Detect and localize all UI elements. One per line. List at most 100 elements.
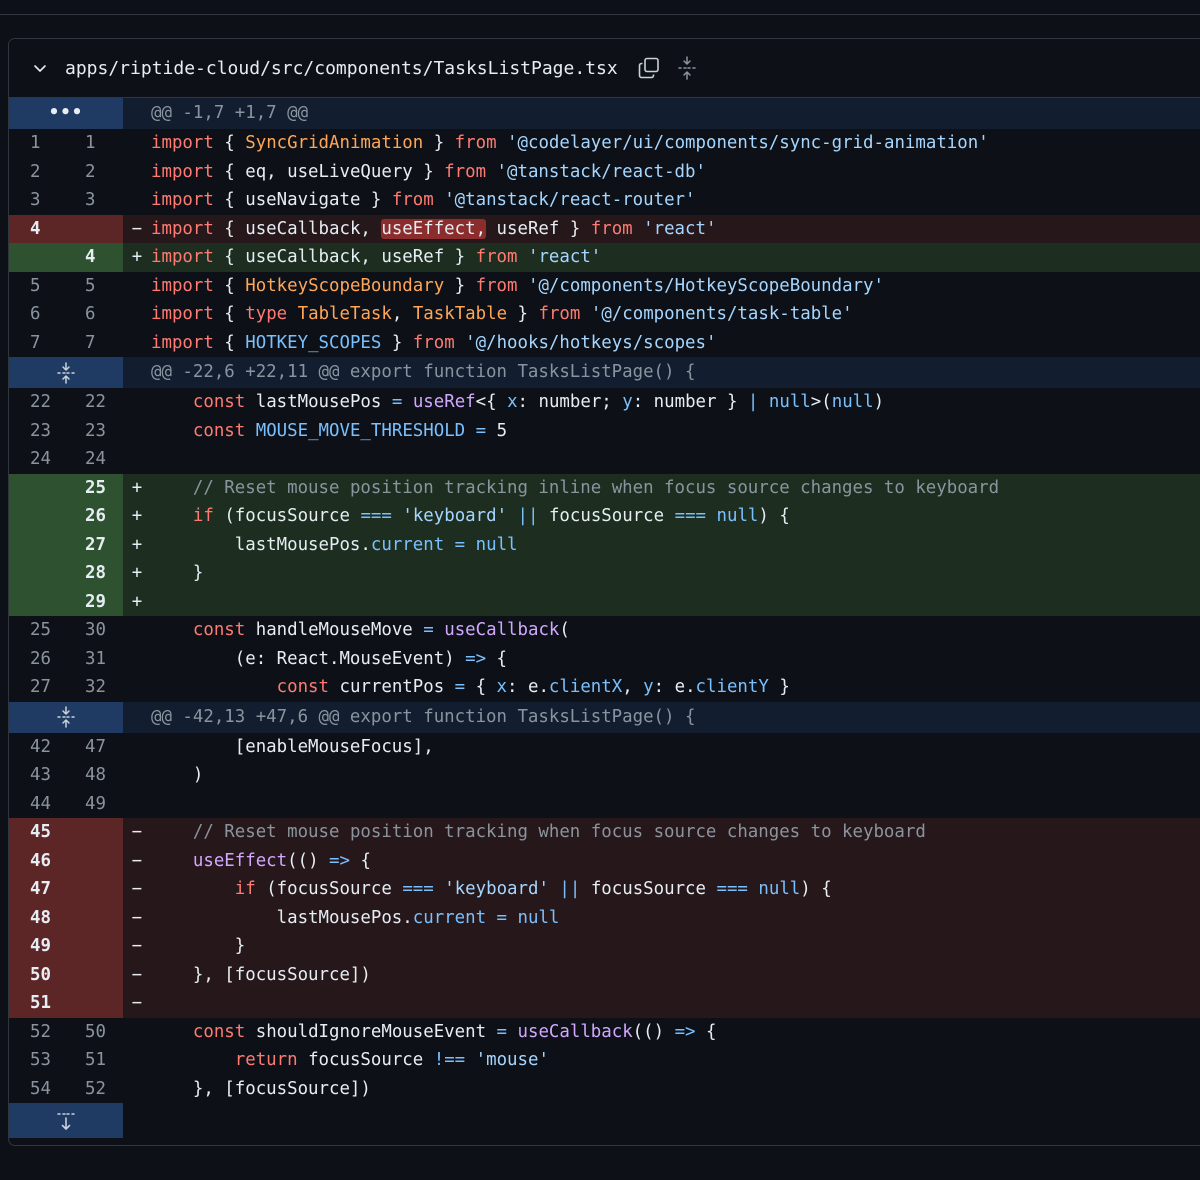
old-line-number[interactable]: 25 — [9, 616, 66, 645]
code-text: // Reset mouse position tracking inline … — [192, 477, 1000, 498]
old-line-number[interactable]: 3 — [9, 186, 66, 215]
diff-marker: + — [131, 506, 143, 526]
copy-icon[interactable] — [636, 55, 662, 81]
context-line: 53 51 return focusSource !== 'mouse' — [9, 1046, 1200, 1075]
old-line-number[interactable]: 49 — [9, 932, 66, 961]
new-line-number[interactable]: 28 — [66, 559, 123, 588]
diff-marker — [123, 445, 151, 474]
diff-marker — [123, 733, 151, 762]
diff-marker: + — [131, 563, 143, 583]
old-line-number[interactable]: 42 — [9, 733, 66, 762]
old-line-number[interactable]: 7 — [9, 329, 66, 358]
old-line-number[interactable] — [9, 587, 66, 616]
context-line: 6 6 import { type TableTask, TaskTable } f… — [9, 300, 1200, 329]
new-line-number[interactable]: 31 — [66, 645, 123, 674]
old-line-number[interactable]: 23 — [9, 417, 66, 446]
old-line-number[interactable]: 6 — [9, 300, 66, 329]
context-line: 5 5 import { HotkeyScopeBoundary } from '@… — [9, 272, 1200, 301]
new-line-number[interactable]: 30 — [66, 616, 123, 645]
new-line-number[interactable]: 1 — [66, 129, 123, 158]
old-line-number[interactable]: 47 — [9, 875, 66, 904]
old-line-number[interactable]: 5 — [9, 272, 66, 301]
old-line-number[interactable] — [9, 530, 66, 559]
old-line-number[interactable]: 51 — [9, 989, 66, 1018]
new-line-number[interactable]: 32 — [66, 673, 123, 702]
context-line: 22 22 const lastMousePos = useRef<{ x: nu… — [9, 388, 1200, 417]
diff-marker — [123, 186, 151, 215]
diff-marker — [123, 1018, 151, 1047]
chevron-down-icon[interactable] — [31, 59, 49, 77]
old-line-number[interactable]: 1 — [9, 129, 66, 158]
old-line-number[interactable]: 4 — [9, 214, 66, 243]
new-line-number[interactable] — [66, 960, 123, 989]
diff-marker — [123, 417, 151, 446]
diff-marker: − — [131, 218, 143, 239]
old-line-number[interactable]: 44 — [9, 790, 66, 819]
new-line-number[interactable] — [66, 818, 123, 847]
old-line-number[interactable] — [9, 502, 66, 531]
diff-marker — [123, 1075, 151, 1104]
new-line-number[interactable] — [66, 989, 123, 1018]
old-line-number[interactable]: 50 — [9, 960, 66, 989]
new-line-number[interactable]: 52 — [66, 1075, 123, 1104]
file-header: apps/riptide-cloud/src/components/TasksL… — [9, 39, 1200, 98]
code-text: const shouldIgnoreMouseEvent = useCallba… — [192, 1021, 717, 1042]
old-line-number[interactable]: 26 — [9, 645, 66, 674]
context-line: 54 52 }, [focusSource]) — [9, 1075, 1200, 1104]
new-line-number[interactable]: 4 — [66, 243, 123, 272]
old-line-number[interactable] — [9, 473, 66, 502]
old-line-number[interactable]: 2 — [9, 158, 66, 187]
old-line-number[interactable]: 43 — [9, 761, 66, 790]
new-line-number[interactable]: 24 — [66, 445, 123, 474]
new-line-number[interactable] — [66, 214, 123, 243]
code-text: if (focusSource === 'keyboard' || focusS… — [192, 506, 790, 526]
new-line-number[interactable]: 50 — [66, 1018, 123, 1047]
new-line-number[interactable]: 2 — [66, 158, 123, 187]
old-line-number[interactable]: 52 — [9, 1018, 66, 1047]
expand-all-icon[interactable] — [674, 55, 700, 81]
code-text: } — [151, 563, 204, 583]
new-line-number[interactable]: 27 — [66, 530, 123, 559]
new-line-number[interactable]: 25 — [66, 473, 123, 502]
new-line-number[interactable] — [66, 932, 123, 961]
old-line-number[interactable] — [9, 243, 66, 272]
new-line-number[interactable]: 29 — [66, 587, 123, 616]
new-line-number[interactable] — [66, 846, 123, 875]
old-line-number[interactable]: 46 — [9, 846, 66, 875]
old-line-number[interactable] — [9, 559, 66, 588]
file-path[interactable]: apps/riptide-cloud/src/components/TasksL… — [65, 58, 618, 79]
new-line-number[interactable]: 22 — [66, 388, 123, 417]
new-line-number[interactable] — [66, 875, 123, 904]
added-line: 26 + if (focusSource === 'keyboard' || fo… — [9, 502, 1200, 531]
old-line-number[interactable]: 27 — [9, 673, 66, 702]
expand-down-icon[interactable] — [9, 1103, 123, 1138]
old-line-number[interactable]: 45 — [9, 818, 66, 847]
context-line: 44 49 — [9, 790, 1200, 819]
hunk-header-text: @@ -22,6 +22,11 @@ export function Tasks… — [151, 362, 696, 382]
new-line-number[interactable]: 48 — [66, 761, 123, 790]
old-line-number[interactable]: 53 — [9, 1046, 66, 1075]
added-line: 25 + // Reset mouse position tracking inl… — [9, 473, 1200, 502]
new-line-number[interactable]: 51 — [66, 1046, 123, 1075]
old-line-number[interactable]: 54 — [9, 1075, 66, 1104]
context-line: 24 24 — [9, 445, 1200, 474]
code-text: import { SyncGridAnimation } from '@code… — [151, 133, 989, 153]
hunk-header: @@ -22,6 +22,11 @@ export function Tasks… — [9, 357, 1200, 388]
new-line-number[interactable]: 6 — [66, 300, 123, 329]
old-line-number[interactable]: 24 — [9, 445, 66, 474]
expand-updown-icon[interactable] — [9, 357, 123, 388]
ellipsis-icon[interactable]: ••• — [9, 98, 123, 129]
new-line-number[interactable]: 23 — [66, 417, 123, 446]
new-line-number[interactable]: 3 — [66, 186, 123, 215]
code-text: }, [focusSource]) — [151, 964, 371, 985]
new-line-number[interactable] — [66, 903, 123, 932]
new-line-number[interactable]: 5 — [66, 272, 123, 301]
expand-updown-icon[interactable] — [9, 701, 123, 733]
new-line-number[interactable]: 49 — [66, 790, 123, 819]
old-line-number[interactable]: 22 — [9, 388, 66, 417]
old-line-number[interactable]: 48 — [9, 903, 66, 932]
new-line-number[interactable]: 47 — [66, 733, 123, 762]
new-line-number[interactable]: 26 — [66, 502, 123, 531]
new-line-number[interactable]: 7 — [66, 329, 123, 358]
